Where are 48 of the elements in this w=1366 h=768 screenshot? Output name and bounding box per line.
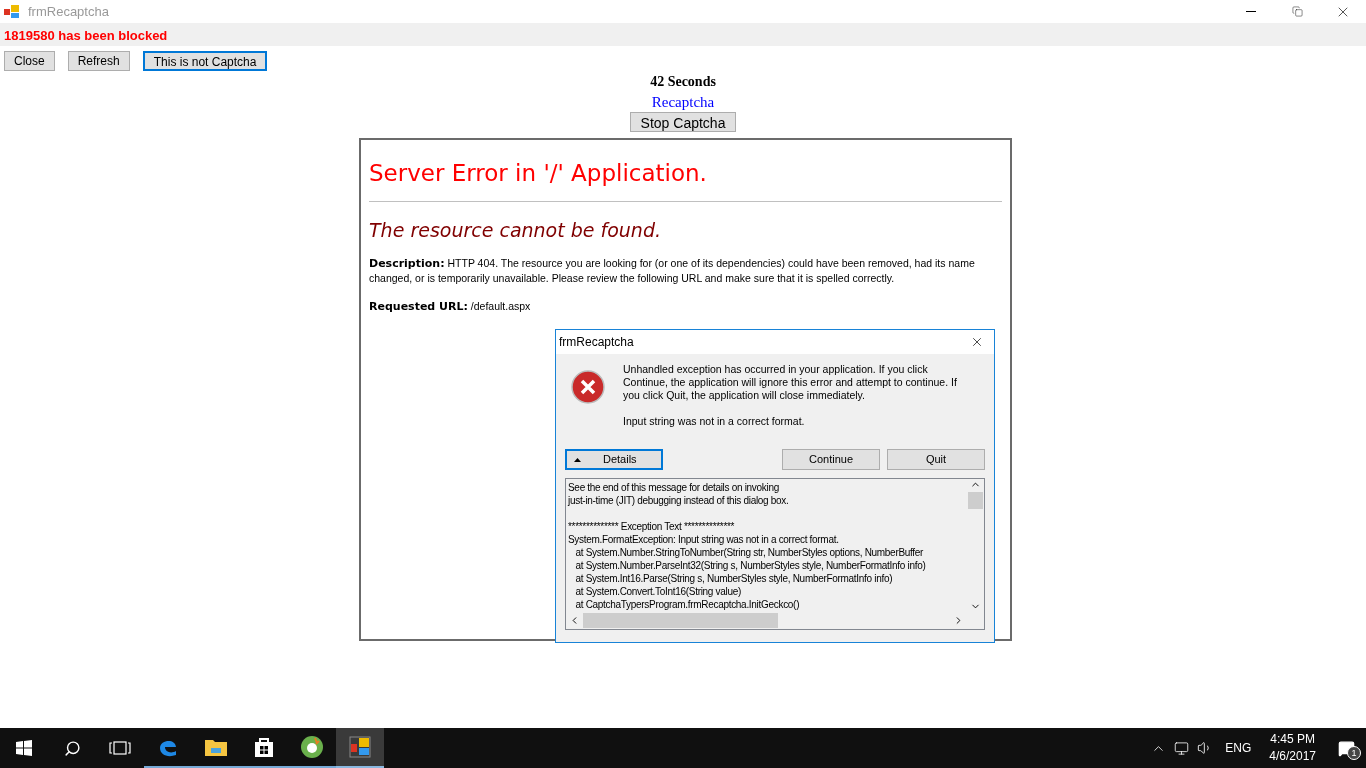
close-icon	[970, 335, 984, 349]
details-line: at CaptchaTypersProgram.frmRecaptcha.InitGeckco()	[574, 598, 801, 611]
details-line: System.FormatException: Input string was not in a correct format.	[568, 533, 840, 546]
status-message: 1819580 has been blocked	[4, 28, 168, 43]
timer-label: 42 Seconds	[650, 73, 716, 91]
restore-icon	[1291, 6, 1303, 17]
error-subheading: The resource cannot be found.	[369, 217, 662, 243]
dialog-button[interactable]: Quit	[887, 449, 985, 470]
notification-button[interactable]: 1	[1326, 728, 1366, 768]
caret-up-icon	[574, 457, 581, 462]
dialog-message: Unhandled exception has occurred in your application. If you click Continue, the application will ignore this error and attempt to continue. If you click Quit, the application will close immediately.	[623, 363, 958, 402]
details-line: ************** Exception Text **************	[568, 520, 736, 533]
taskbar-app-button[interactable]	[336, 728, 384, 768]
details-line: at System.Number.ParseInt32(String s, NumberStyles style, NumberFormatInfo info)	[574, 559, 927, 572]
details-line: at System.Convert.ToInt16(String value)	[574, 585, 743, 598]
dialog-title: frmRecaptcha	[559, 334, 634, 351]
recaptcha-link[interactable]: Recaptcha	[651, 92, 715, 112]
requested-url-text: Requested URL: /default.aspx	[369, 299, 532, 315]
notification-badge: 1	[1347, 746, 1361, 760]
toolbar-button[interactable]: This is not Captcha	[142, 51, 268, 71]
folder-icon	[204, 737, 228, 757]
toolbar-button[interactable]: Close	[4, 51, 55, 71]
windows-icon	[16, 740, 32, 756]
toolbar-button[interactable]: Refresh	[67, 51, 130, 71]
error-heading: Server Error in '/' Application.	[369, 156, 1002, 202]
window-title: frmRecaptcha	[28, 2, 109, 21]
dialog-button[interactable]: Continue	[782, 449, 880, 470]
app-logo-icon	[300, 735, 324, 759]
description-text: Description: HTTP 404. The resource you are looking for (or one of its dependencies) could have been removed, had its name changed, or is temporarily unavailable. Please review the following URL and make sure that it is spelled correctly.	[369, 256, 976, 286]
shopping-bag-icon	[254, 736, 274, 758]
scroll-thumb[interactable]	[968, 492, 983, 509]
app-icon	[4, 3, 20, 20]
details-button[interactable]: Details	[565, 449, 663, 470]
details-line: at System.Int16.Parse(String s, NumberStyles style, NumberFormatInfo info)	[574, 572, 894, 585]
details-line: just-in-time (JIT) debugging instead of this dialog box.	[568, 494, 790, 507]
search-icon	[63, 739, 81, 757]
app-icon	[349, 736, 371, 758]
language-indicator[interactable]: ENG	[1217, 739, 1260, 757]
error-icon	[571, 370, 605, 404]
task-view-icon	[109, 741, 131, 755]
details-line: See the end of this message for details on invoking	[568, 481, 780, 494]
network-icon[interactable]	[1174, 740, 1190, 756]
minimize-icon	[1246, 11, 1256, 12]
detail-message: Input string was not in a correct format.	[623, 415, 806, 428]
scroll-thumb[interactable]	[583, 613, 778, 628]
details-line: at System.Number.StringToNumber(String str, NumberStyles options, NumberBuffer	[574, 546, 925, 559]
clock[interactable]: 4:45 PM 4/6/2017	[1259, 731, 1326, 765]
stop-captcha-button[interactable]: Stop Captcha	[629, 112, 737, 132]
